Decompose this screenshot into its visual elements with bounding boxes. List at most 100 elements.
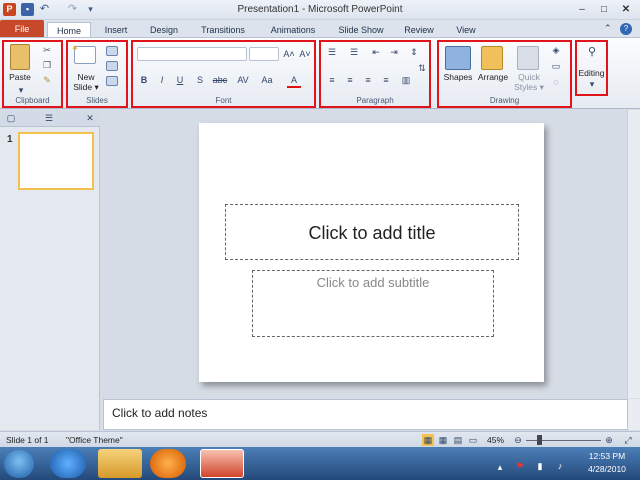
system-clock[interactable]: 12:53 PM 4/28/2010 (578, 450, 636, 476)
maximize-button[interactable]: □ (594, 2, 614, 17)
underline-button[interactable]: U (173, 74, 187, 86)
grow-font-button[interactable]: A˄ (281, 48, 297, 60)
tab-transitions[interactable]: Transitions (192, 22, 254, 38)
normal-view-icon[interactable]: ▦ (422, 434, 434, 446)
network-icon[interactable]: ▮ (534, 460, 546, 472)
media-player-icon[interactable] (150, 449, 186, 478)
numbering-icon[interactable]: ☰ (347, 46, 361, 58)
vertical-scrollbar[interactable] (627, 110, 640, 398)
shape-outline-icon[interactable]: ▭ (549, 60, 563, 72)
shape-effects-icon[interactable]: ◌ (549, 76, 563, 88)
paste-icon[interactable] (10, 44, 30, 70)
align-right-icon[interactable]: ≡ (361, 74, 375, 86)
copy-icon[interactable]: ❐ (40, 59, 54, 71)
shapes-icon[interactable] (445, 46, 471, 70)
layout-icon[interactable] (106, 46, 118, 56)
bold-button[interactable]: B (137, 74, 151, 86)
font-group: A˄ A˅ B I U S abc AV Aa A Font (131, 40, 316, 108)
zoom-out-icon[interactable]: ⊖ (512, 434, 524, 446)
shrink-font-button[interactable]: A˅ (297, 48, 313, 60)
font-label: Font (215, 96, 232, 105)
decrease-indent-icon[interactable]: ⇤ (369, 46, 383, 58)
line-spacing-icon[interactable]: ⇕ (407, 46, 421, 58)
quick-styles-label-1[interactable]: Quick (513, 72, 545, 82)
text-shadow-button[interactable]: S (193, 74, 207, 86)
binoculars-icon[interactable]: ⚲ (581, 46, 603, 58)
start-button[interactable] (4, 450, 34, 478)
columns-icon[interactable]: ▥ (399, 74, 413, 86)
tab-animations[interactable]: Animations (262, 22, 324, 38)
close-button[interactable]: ✕ (616, 2, 636, 17)
tab-view[interactable]: View (448, 22, 484, 38)
title-placeholder[interactable]: Click to add title (225, 204, 519, 260)
clock-date: 4/28/2010 (588, 464, 626, 474)
zoom-level[interactable]: 45% (487, 435, 504, 445)
bullets-icon[interactable]: ☰ (325, 46, 339, 58)
align-left-icon[interactable]: ≡ (325, 74, 339, 86)
quick-styles-icon[interactable] (517, 46, 539, 70)
close-pane-icon[interactable]: ✕ (84, 112, 96, 124)
outline-tab-icon[interactable]: ☰ (42, 112, 56, 124)
tray-expand-icon[interactable]: ▴ (494, 461, 506, 473)
tab-review[interactable]: Review (398, 22, 440, 38)
internet-explorer-icon[interactable] (50, 449, 86, 478)
paragraph-label: Paragraph (356, 96, 394, 105)
notes-field[interactable]: Click to add notes (103, 399, 628, 430)
volume-icon[interactable]: ♪ (554, 460, 566, 472)
increase-indent-icon[interactable]: ⇥ (387, 46, 401, 58)
font-color-button[interactable]: A (287, 74, 301, 88)
arrange-icon[interactable] (481, 46, 503, 70)
section-icon[interactable] (106, 76, 118, 86)
cut-icon[interactable]: ✂ (40, 44, 54, 56)
italic-button[interactable]: I (155, 74, 169, 86)
paste-button[interactable]: Paste (5, 72, 35, 82)
tab-design[interactable]: Design (142, 22, 186, 38)
reading-view-icon[interactable]: ▤ (452, 434, 464, 446)
theme-name[interactable]: "Office Theme" (66, 435, 123, 445)
format-painter-icon[interactable]: ✎ (40, 74, 54, 86)
minimize-ribbon-icon[interactable]: ⌃ (604, 23, 612, 34)
powerpoint-taskbar-icon[interactable] (200, 449, 244, 478)
align-center-icon[interactable]: ≡ (343, 74, 357, 86)
slide-sorter-icon[interactable]: ▦ (437, 434, 449, 446)
shapes-button[interactable]: Shapes (439, 72, 477, 82)
clock-time: 12:53 PM (588, 451, 626, 461)
justify-icon[interactable]: ≡ (379, 74, 393, 86)
tab-insert[interactable]: Insert (96, 22, 136, 38)
subtitle-placeholder[interactable]: Click to add subtitle (252, 270, 494, 337)
editing-button[interactable]: Editing (576, 68, 607, 78)
zoom-slider-thumb[interactable] (537, 435, 542, 445)
explorer-folder-icon[interactable] (98, 449, 142, 478)
slide-thumbnail[interactable] (18, 132, 94, 190)
new-slide-label-1[interactable]: New (69, 72, 103, 82)
pane-tabs: ▢ ☰ ✕ (0, 110, 100, 127)
strikethrough-button[interactable]: abc (211, 74, 229, 86)
slides-pane: ▢ ☰ ✕ 1 (0, 110, 100, 430)
change-case-button[interactable]: Aa (257, 74, 277, 86)
minimize-button[interactable]: – (572, 2, 592, 17)
quick-styles-label-2[interactable]: Styles ▾ (513, 82, 545, 93)
character-spacing-button[interactable]: AV (233, 74, 253, 86)
new-slide-label-2[interactable]: Slide ▾ (69, 82, 103, 93)
notes-scrollbar[interactable] (628, 399, 640, 430)
slide-show-icon[interactable]: ▭ (467, 434, 479, 446)
ribbon: Paste ▾ ✂ ❐ ✎ Clipboard ✶ New Slide ▾ Sl… (0, 37, 640, 109)
action-center-icon[interactable]: ⚑ (514, 460, 526, 472)
editing-group: ⚲ Editing ▾ (575, 40, 608, 96)
reset-icon[interactable] (106, 61, 118, 71)
text-direction-icon[interactable]: ⇅ (415, 62, 429, 74)
tab-home[interactable]: Home (47, 22, 91, 38)
tab-slide-show[interactable]: Slide Show (332, 22, 390, 38)
slides-group: ✶ New Slide ▾ Slides (66, 40, 128, 108)
fit-to-window-icon[interactable]: ⤢ (622, 434, 634, 446)
arrange-button[interactable]: Arrange (475, 72, 511, 82)
paragraph-group: ☰ ☰ ⇤ ⇥ ⇕ ≡ ≡ ≡ ≡ ▥ ⇅ Paragraph (319, 40, 431, 108)
ribbon-tab-bar: Home Insert Design Transitions Animation… (0, 20, 640, 38)
zoom-in-icon[interactable]: ⊕ (603, 434, 615, 446)
shape-fill-icon[interactable]: ◈ (549, 44, 563, 56)
font-size-select[interactable] (249, 47, 279, 61)
font-family-select[interactable] (137, 47, 247, 61)
help-icon[interactable]: ? (620, 23, 632, 35)
slides-tab-icon[interactable]: ▢ (4, 112, 18, 124)
tab-file[interactable]: File (0, 20, 44, 38)
